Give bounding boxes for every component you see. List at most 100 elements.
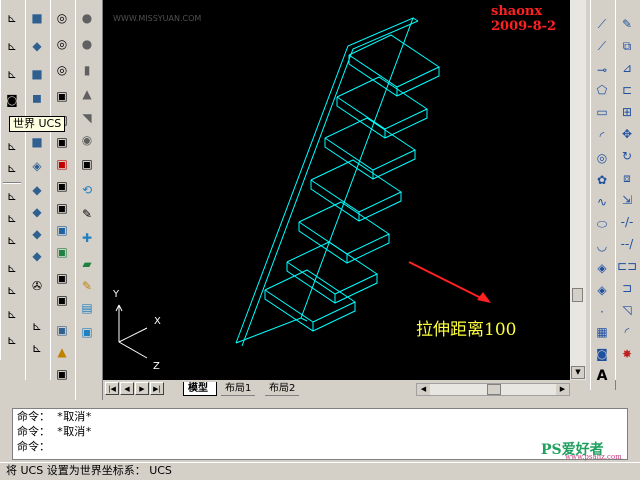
ucs-zaxis-icon[interactable]: ⊾ [2,136,22,156]
tab-layout1[interactable]: 布局1 [221,382,256,396]
tabulated-surface-icon[interactable]: ✎ [77,204,97,224]
array-icon[interactable]: ⊞ [617,102,637,122]
wedge-icon[interactable]: ◆ [27,36,47,56]
ucs-origin-icon[interactable]: ◙ [2,90,22,110]
polyline-icon[interactable]: ⊸ [592,60,612,80]
3dface-icon[interactable]: ✎ [77,276,97,296]
ucs-previous-icon[interactable]: ⊾ [2,64,22,84]
construction-line-icon[interactable]: ⟋ [592,36,612,56]
interfere-icon[interactable]: ✇ [27,276,47,296]
circle-icon[interactable]: ◎ [592,148,612,168]
ucs-y-icon[interactable]: ⊾ [2,208,22,228]
rotate-face-icon[interactable]: ▣ [52,176,72,196]
ucs-manager-icon[interactable]: ⊾ [2,304,22,324]
cone-icon[interactable]: ■ [27,64,47,84]
sphere-icon[interactable]: ◼ [27,88,47,108]
scroll-down-button[interactable]: ▼ [571,366,585,379]
arc-icon[interactable]: ◜ [592,126,612,146]
first-tab-button[interactable]: |◀ [105,382,119,395]
multiline-text-icon[interactable]: A [592,366,612,386]
scroll-right-button[interactable]: ▶ [556,384,569,395]
join-icon[interactable]: ⊐ [617,278,637,298]
ucs-icon[interactable]: ⊾ [2,8,22,28]
scroll-left-button[interactable]: ◀ [417,384,430,395]
mirror-icon[interactable]: ⊿ [617,58,637,78]
line-icon[interactable]: ⟋ [592,14,612,34]
ellipse-arc-icon[interactable]: ◡ [592,236,612,256]
move-icon[interactable]: ✥ [617,124,637,144]
clean-icon[interactable]: ▣ [52,290,72,310]
separate-icon[interactable]: ▣ [52,320,72,340]
ruled-surface-icon[interactable]: ✚ [77,228,97,248]
torus-icon[interactable]: ◈ [27,156,47,176]
hscroll-thumb[interactable] [487,384,501,395]
edge-surface-icon[interactable]: ▰ [77,254,97,274]
drawing-canvas[interactable]: shaonx 2009-8-2 WWW.MISSYUAN.COM 拉伸距离100… [103,0,570,380]
imprint-icon[interactable]: ▣ [52,268,72,288]
rectangle-icon[interactable]: ▭ [592,102,612,122]
command-prompt[interactable]: 命令： [13,439,627,454]
3dmesh-icon[interactable]: ▣ [77,322,97,342]
shell-icon[interactable]: ▲ [52,342,72,362]
hatch-icon[interactable]: ▦ [592,322,612,342]
taper-face-icon[interactable]: ▣ [52,198,72,218]
stretch-icon[interactable]: ⇲ [617,190,637,210]
union-icon[interactable]: ◎ [52,8,72,28]
trim-icon[interactable]: -/- [617,212,637,232]
delete-face-icon[interactable]: ▣ [52,154,72,174]
extend-icon[interactable]: --/ [617,234,637,254]
spline-icon[interactable]: ∿ [592,192,612,212]
section-icon[interactable]: ◆ [27,246,47,266]
pyramid-icon[interactable]: ◥ [77,108,97,128]
dome-icon[interactable]: ● [77,34,97,54]
ucs-3point-icon[interactable]: ⊾ [2,158,22,178]
box-icon[interactable]: ■ [27,8,47,28]
offset-face-icon[interactable]: ▣ [52,132,72,152]
ucs-named-icon[interactable]: ⊾ [2,280,22,300]
mesh-icon[interactable]: ▣ [77,154,97,174]
color-face-icon[interactable]: ▣ [52,242,72,262]
revolve-icon[interactable]: ◆ [27,202,47,222]
make-block-icon[interactable]: ◈ [592,280,612,300]
polygon-icon[interactable]: ⬠ [592,80,612,100]
torus-surface-icon[interactable]: ◉ [77,130,97,150]
fillet-icon[interactable]: ◜ [617,322,637,342]
erase-icon[interactable]: ✎ [617,14,637,34]
vertical-scrollbar[interactable]: ▼ [570,0,586,380]
extrude-icon[interactable]: ◆ [27,180,47,200]
ucs-world-icon[interactable]: ⊾ [2,36,22,56]
horizontal-scrollbar[interactable]: ◀ ▶ [416,383,570,396]
ucs-setting-icon[interactable]: ⊾ [2,330,22,350]
sphere-surface-icon[interactable]: ● [77,8,97,28]
extrude-face-icon[interactable]: ▣ [52,86,72,106]
tab-model[interactable]: 模型 [183,382,217,396]
cone-surface-icon[interactable]: ▲ [77,84,97,104]
ucs-apply-icon[interactable]: ⊾ [2,258,22,278]
offset-icon[interactable]: ⊏ [617,80,637,100]
setup-icon[interactable]: ⊾ [27,316,47,336]
scale-icon[interactable]: ⧈ [617,168,637,188]
scroll-thumb[interactable] [572,288,583,302]
setup-profile-icon[interactable]: ⊾ [27,338,47,358]
insert-block-icon[interactable]: ◈ [592,258,612,278]
copy-icon[interactable]: ⧉ [617,36,637,56]
explode-icon[interactable]: ✸ [617,344,637,364]
region-draw-icon[interactable]: ◙ [592,344,612,364]
command-window[interactable]: 命令： *取消* 命令： *取消* 命令： PS爱好者 www.psahz.co… [12,408,628,461]
check-icon[interactable]: ▣ [52,364,72,384]
dish-icon[interactable]: ▮ [77,60,97,80]
point-icon[interactable]: · [592,302,612,322]
rotate-icon[interactable]: ↻ [617,146,637,166]
cylinder-icon[interactable]: ■ [27,132,47,152]
revolved-surface-icon[interactable]: ⟲ [77,180,97,200]
slice-icon[interactable]: ◆ [27,224,47,244]
chamfer-icon[interactable]: ◹ [617,300,637,320]
last-tab-button[interactable]: ▶| [150,382,164,395]
break-icon[interactable]: ⊏⊐ [617,256,637,276]
tab-layout2[interactable]: 布局2 [265,382,300,396]
ucs-z-icon[interactable]: ⊾ [2,230,22,250]
intersect-icon[interactable]: ◎ [52,60,72,80]
copy-face-icon[interactable]: ▣ [52,220,72,240]
region-icon[interactable]: ▤ [77,298,97,318]
prev-tab-button[interactable]: ◀ [120,382,134,395]
